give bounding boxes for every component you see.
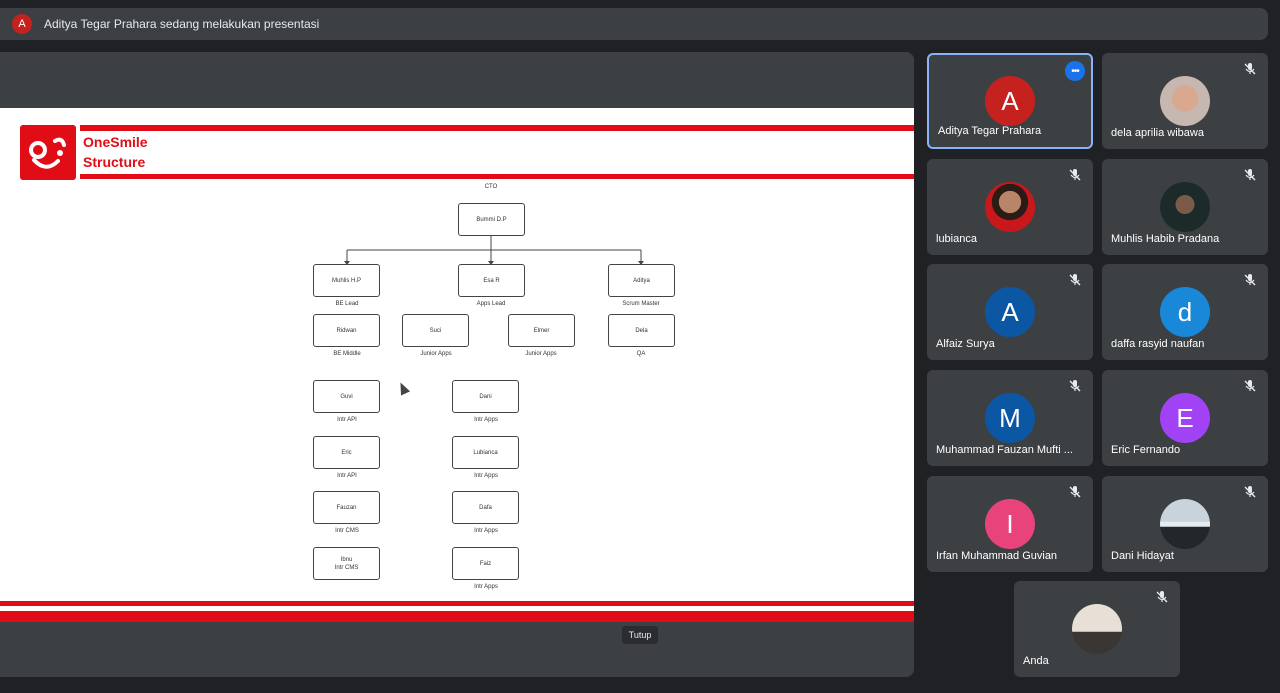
shared-slide: OneSmile Structure CTO Bummi D.P Muhlis … — [0, 108, 914, 622]
mic-off-icon — [1242, 484, 1258, 500]
presenter-avatar: A — [12, 14, 32, 34]
presentation-stage: OneSmile Structure CTO Bummi D.P Muhlis … — [0, 52, 914, 677]
org-node: Lubianca — [452, 436, 519, 469]
org-node: Dani — [452, 380, 519, 413]
participant-avatar: I — [985, 499, 1035, 549]
mic-off-icon — [1242, 378, 1258, 394]
org-role: Scrum Master — [622, 301, 660, 307]
org-node-apps-lead: Esa R — [458, 264, 525, 297]
participant-name: dela aprilia wibawa — [1111, 127, 1204, 139]
participant-avatar — [985, 182, 1035, 232]
participant-avatar: M — [985, 393, 1035, 443]
presentation-status-text: Aditya Tegar Prahara sedang melakukan pr… — [44, 17, 320, 31]
participant-name: Dani Hidayat — [1111, 550, 1174, 562]
org-role: Junior Apps — [420, 351, 452, 357]
org-node: Dela — [608, 314, 675, 347]
slide-bottom-stripe-thin — [0, 601, 914, 606]
org-node: Eric — [313, 436, 380, 469]
org-node: Faiz — [452, 547, 519, 580]
org-node: Fauzan — [313, 491, 380, 524]
slide-bottom-stripe — [0, 611, 914, 622]
org-role: Intr Apps — [474, 473, 498, 479]
participant-name: Muhammad Fauzan Mufti ... — [936, 444, 1073, 456]
org-node: Ridwan — [313, 314, 380, 347]
participant-avatar: A — [985, 287, 1035, 337]
org-role: BE Lead — [335, 301, 359, 307]
participant-avatar — [1160, 499, 1210, 549]
org-node: Dafa — [452, 491, 519, 524]
participant-name: Anda — [1023, 655, 1049, 667]
participant-name: daffa rasyid naufan — [1111, 338, 1205, 350]
org-node: Guvi — [313, 380, 380, 413]
org-role: Intr Apps — [474, 584, 498, 590]
org-role: QA — [636, 351, 646, 357]
org-node: Suci — [402, 314, 469, 347]
presentation-banner: A Aditya Tegar Prahara sedang melakukan … — [0, 8, 1268, 40]
mic-off-icon — [1067, 272, 1083, 288]
participant-tile[interactable]: lubianca — [927, 159, 1093, 255]
org-node-scrum-master: Aditya — [608, 264, 675, 297]
participant-name: Alfaiz Surya — [936, 338, 995, 350]
participant-name: Irfan Muhammad Guvian — [936, 550, 1058, 562]
participant-name: Eric Fernando — [1111, 444, 1181, 456]
org-role: Intr Apps — [474, 528, 498, 534]
participant-avatar: d — [1160, 287, 1210, 337]
participant-tile[interactable]: Dani Hidayat — [1102, 476, 1268, 572]
participant-name: lubianca — [936, 233, 977, 245]
participant-tile[interactable]: Muhlis Habib Pradana — [1102, 159, 1268, 255]
participant-avatar: A — [985, 76, 1035, 126]
participant-tile[interactable]: I Irfan Muhammad Guvian — [927, 476, 1093, 572]
mic-off-icon — [1067, 484, 1083, 500]
participant-avatar: E — [1160, 393, 1210, 443]
participant-name: Aditya Tegar Prahara — [938, 125, 1042, 137]
org-role: Intr API — [337, 473, 357, 479]
org-role: BE Middle — [333, 351, 361, 357]
participant-tile[interactable]: dela aprilia wibawa — [1102, 53, 1268, 149]
participant-avatar — [1160, 182, 1210, 232]
participant-name: Muhlis Habib Pradana — [1111, 233, 1220, 245]
mic-off-icon — [1242, 167, 1258, 183]
participant-tile[interactable]: M Muhammad Fauzan Mufti ... — [927, 370, 1093, 466]
org-role: Intr API — [337, 417, 357, 423]
org-node-be-lead: Muhlis H.P — [313, 264, 380, 297]
participant-tile[interactable]: E Eric Fernando — [1102, 370, 1268, 466]
participant-tile[interactable]: A Aditya Tegar Prahara ••• — [927, 53, 1093, 149]
participant-avatar — [1160, 76, 1210, 126]
org-role: Intr Apps — [474, 417, 498, 423]
mic-off-icon — [1242, 61, 1258, 77]
participant-tile[interactable]: d daffa rasyid naufan — [1102, 264, 1268, 360]
participant-avatar — [1072, 604, 1122, 654]
mic-off-icon — [1067, 378, 1083, 394]
participant-tile[interactable]: A Alfaiz Surya — [927, 264, 1093, 360]
org-node: Elmer — [508, 314, 575, 347]
participant-tile[interactable]: Anda — [1014, 581, 1180, 677]
close-caption-button[interactable]: Tutup — [622, 626, 658, 644]
org-role: Junior Apps — [525, 351, 557, 357]
org-role: Intr CMS — [335, 528, 359, 534]
mic-off-icon — [1154, 589, 1170, 605]
org-role: Apps Lead — [476, 301, 506, 307]
org-node: Ibnu Intr CMS — [313, 547, 380, 580]
mic-off-icon — [1067, 167, 1083, 183]
mic-off-icon — [1242, 272, 1258, 288]
more-options-icon[interactable]: ••• — [1065, 61, 1085, 81]
org-connectors — [344, 236, 644, 265]
